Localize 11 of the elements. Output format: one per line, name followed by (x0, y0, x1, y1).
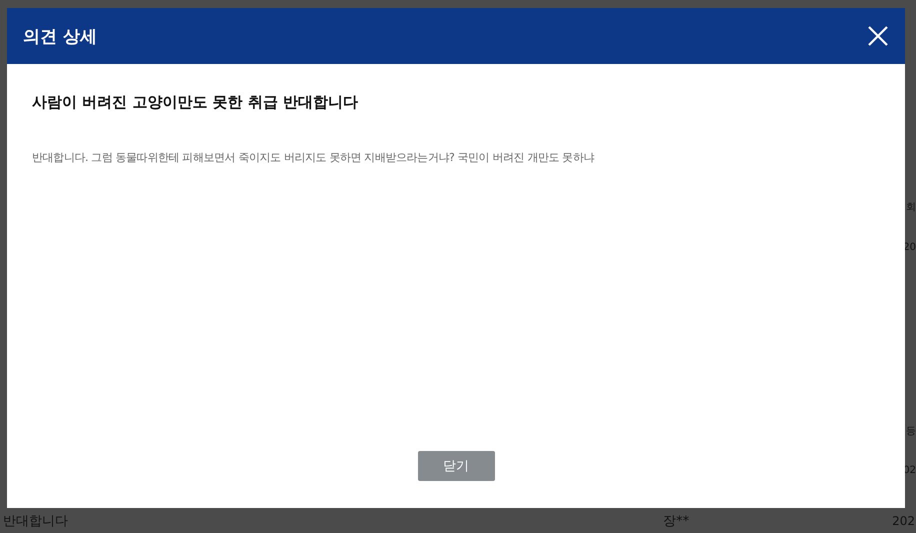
table-cell-text: 장** (663, 513, 690, 530)
opinion-subject: 사람이 버려진 고양이만도 못한 취급 반대합니다 (32, 93, 360, 112)
table-cell-text: 등 (906, 425, 916, 438)
table-cell: 202 (892, 514, 915, 528)
close-button[interactable]: 닫기 (418, 451, 494, 481)
table-cell-text: 반대합니다 (3, 513, 68, 530)
table-cell-text: 회 (906, 201, 916, 214)
close-button[interactable] (868, 26, 888, 46)
modal-title: 의견 상세 (23, 26, 97, 48)
opinion-content: 반대합니다. 그럼 동물따위한테 피해보면서 죽이지도 버리지도 못하면 지배받으라는거냐? 국민이 버려진 개만도 못하냐 (32, 150, 596, 165)
close-icon (868, 26, 888, 46)
